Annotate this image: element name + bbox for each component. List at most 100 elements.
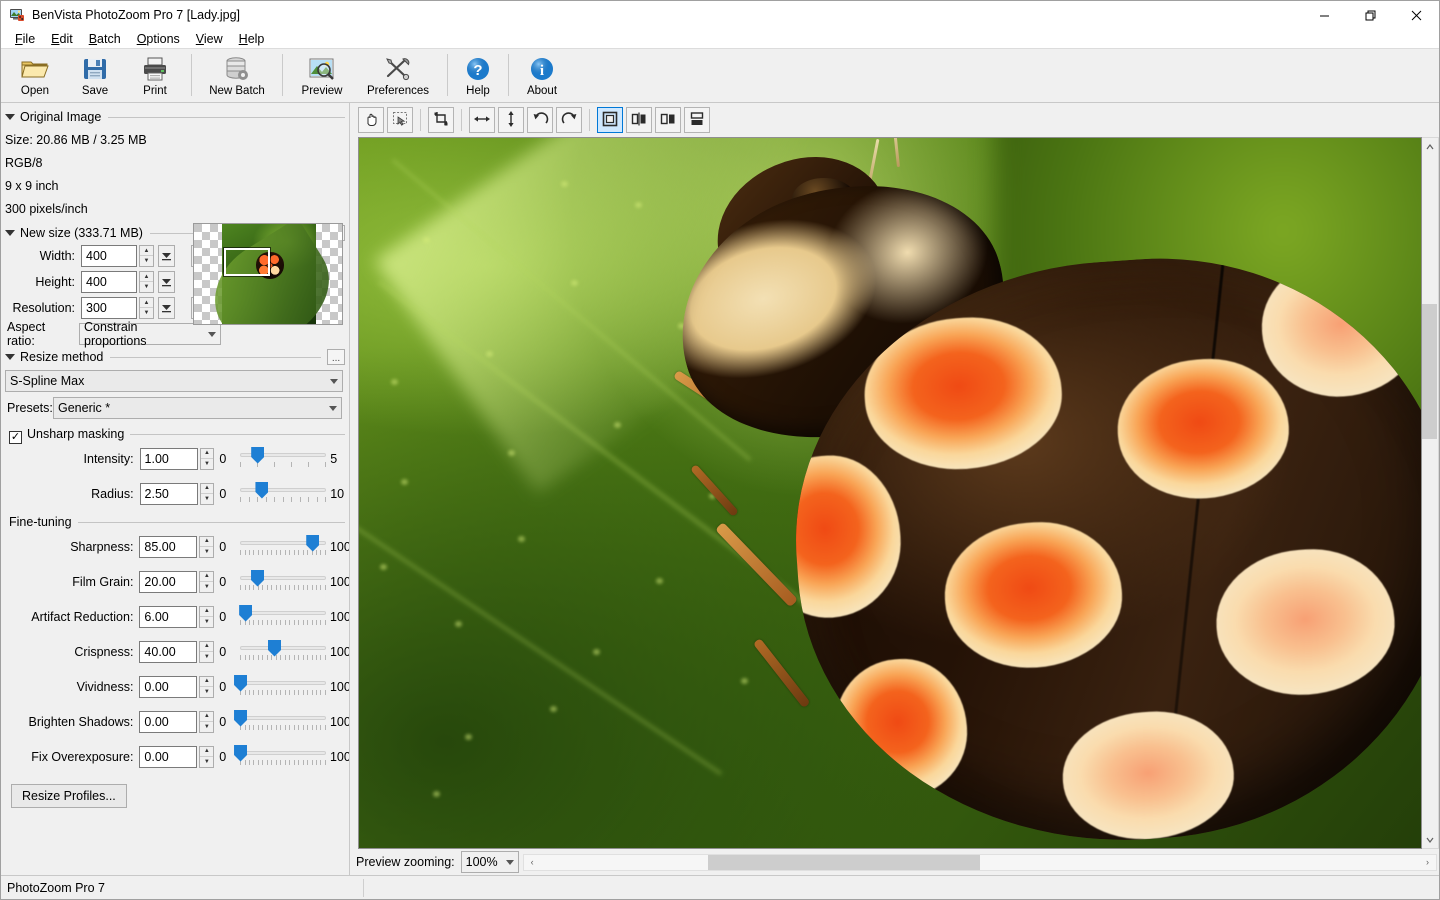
menu-help[interactable]: Help (231, 29, 273, 49)
crop-button[interactable] (428, 107, 454, 133)
sharpness-spin-down[interactable]: ▼ (200, 547, 213, 557)
height-spinner[interactable]: ▲ ▼ (139, 271, 154, 293)
scroll-right-button[interactable]: › (1419, 855, 1436, 870)
view-single-button[interactable] (597, 107, 623, 133)
print-button[interactable]: Print (125, 51, 185, 101)
help-button[interactable]: ? Help (454, 51, 502, 101)
fix-overexposure-slider[interactable] (240, 744, 325, 770)
film-grain-input[interactable] (139, 571, 197, 593)
scroll-left-button[interactable]: ‹ (524, 855, 541, 870)
intensity-slider[interactable] (240, 446, 325, 472)
unsharp-masking-header[interactable]: ✓ Unsharp masking (5, 427, 130, 444)
flip-vertical-button[interactable] (498, 107, 524, 133)
brighten-shadows-slider[interactable] (240, 709, 325, 735)
artifact-reduction-slider[interactable] (240, 604, 325, 630)
resize-method-dropdown[interactable]: S-Spline Max (5, 370, 343, 392)
view-stacked-button[interactable] (684, 107, 710, 133)
slider-track[interactable] (240, 681, 326, 685)
intensity-spinner[interactable]: ▲▼ (200, 448, 215, 470)
radius-slider[interactable] (240, 481, 325, 507)
horizontal-scroll-track[interactable] (541, 855, 1419, 870)
preview-vertical-scrollbar[interactable] (1422, 137, 1439, 849)
resize-method-options-button[interactable]: ... (327, 349, 345, 365)
fix-overexposure-input[interactable] (139, 746, 197, 768)
sharpness-spin-up[interactable]: ▲ (200, 537, 213, 547)
minimize-button[interactable] (1301, 1, 1347, 29)
collapse-triangle-icon[interactable] (5, 114, 15, 120)
new-batch-button[interactable]: New Batch (198, 51, 276, 101)
crispness-slider[interactable] (240, 639, 325, 665)
image-preview-canvas[interactable] (358, 137, 1422, 849)
fix-overexposure-spinner[interactable]: ▲▼ (199, 746, 214, 768)
close-button[interactable] (1393, 1, 1439, 29)
aspect-ratio-dropdown[interactable]: Constrain proportions (79, 323, 221, 345)
vividness-input[interactable] (139, 676, 197, 698)
radius-input[interactable] (140, 483, 198, 505)
fix-overexposure-spin-up[interactable]: ▲ (200, 747, 213, 757)
original-image-group-header[interactable]: Original Image (5, 109, 345, 125)
radius-spin-up[interactable]: ▲ (201, 484, 214, 494)
menu-options[interactable]: Options (129, 29, 188, 49)
brighten-shadows-spinner[interactable]: ▲▼ (199, 711, 214, 733)
resolution-spinner[interactable]: ▲ ▼ (139, 297, 154, 319)
intensity-spin-down[interactable]: ▼ (201, 459, 214, 469)
film-grain-spin-down[interactable]: ▼ (200, 582, 213, 592)
vertical-scroll-thumb[interactable] (1422, 304, 1437, 439)
width-input[interactable] (81, 245, 137, 267)
menu-view[interactable]: View (188, 29, 231, 49)
slider-track[interactable] (240, 611, 326, 615)
slider-track[interactable] (240, 646, 326, 650)
flip-horizontal-button[interactable] (469, 107, 495, 133)
vividness-spinner[interactable]: ▲▼ (199, 676, 214, 698)
brighten-shadows-spin-up[interactable]: ▲ (200, 712, 213, 722)
select-marquee-button[interactable] (387, 107, 413, 133)
thumbnail-navigator[interactable] (193, 223, 343, 325)
brighten-shadows-spin-down[interactable]: ▼ (200, 722, 213, 732)
resize-method-group-header[interactable]: Resize method ... (5, 349, 345, 365)
horizontal-scroll-thumb[interactable] (708, 855, 980, 870)
resolution-input[interactable] (81, 297, 137, 319)
rotate-right-button[interactable] (556, 107, 582, 133)
scroll-down-button[interactable] (1422, 831, 1438, 848)
resolution-spin-up[interactable]: ▲ (140, 298, 153, 308)
about-button[interactable]: i About (515, 51, 569, 101)
menu-batch[interactable]: Batch (81, 29, 129, 49)
sharpness-spinner[interactable]: ▲▼ (199, 536, 214, 558)
artifact-reduction-spin-down[interactable]: ▼ (200, 617, 213, 627)
preview-zoom-dropdown[interactable]: 100% (461, 851, 519, 873)
save-button[interactable]: Save (65, 51, 125, 101)
sharpness-slider[interactable] (240, 534, 325, 560)
collapse-triangle-icon[interactable] (5, 230, 15, 236)
height-spin-up[interactable]: ▲ (140, 272, 153, 282)
brighten-shadows-input[interactable] (139, 711, 197, 733)
artifact-reduction-spin-up[interactable]: ▲ (200, 607, 213, 617)
width-spinner[interactable]: ▲ ▼ (139, 245, 154, 267)
collapse-triangle-icon[interactable] (5, 354, 15, 360)
rotate-left-button[interactable] (527, 107, 553, 133)
width-spin-up[interactable]: ▲ (140, 246, 153, 256)
vividness-spin-down[interactable]: ▼ (200, 687, 213, 697)
view-side-by-side-button[interactable] (655, 107, 681, 133)
artifact-reduction-spinner[interactable]: ▲▼ (199, 606, 214, 628)
fix-overexposure-spin-down[interactable]: ▼ (200, 757, 213, 767)
vertical-scroll-track[interactable] (1422, 155, 1438, 831)
intensity-spin-up[interactable]: ▲ (201, 449, 214, 459)
vividness-slider[interactable] (240, 674, 325, 700)
scroll-up-button[interactable] (1422, 138, 1438, 155)
slider-track[interactable] (240, 716, 326, 720)
width-spin-down[interactable]: ▼ (140, 256, 153, 266)
height-lock-button[interactable] (158, 271, 175, 293)
crispness-spin-up[interactable]: ▲ (200, 642, 213, 652)
radius-spinner[interactable]: ▲▼ (200, 483, 215, 505)
film-grain-slider[interactable] (240, 569, 325, 595)
width-lock-button[interactable] (158, 245, 175, 267)
pan-hand-button[interactable] (358, 107, 384, 133)
crispness-input[interactable] (139, 641, 197, 663)
presets-dropdown[interactable]: Generic * (53, 397, 342, 419)
thumbnail-selection-rect[interactable] (224, 248, 270, 276)
intensity-input[interactable] (140, 448, 198, 470)
film-grain-spin-up[interactable]: ▲ (200, 572, 213, 582)
menu-edit[interactable]: Edit (43, 29, 81, 49)
slider-track[interactable] (240, 488, 326, 492)
view-split-button[interactable] (626, 107, 652, 133)
